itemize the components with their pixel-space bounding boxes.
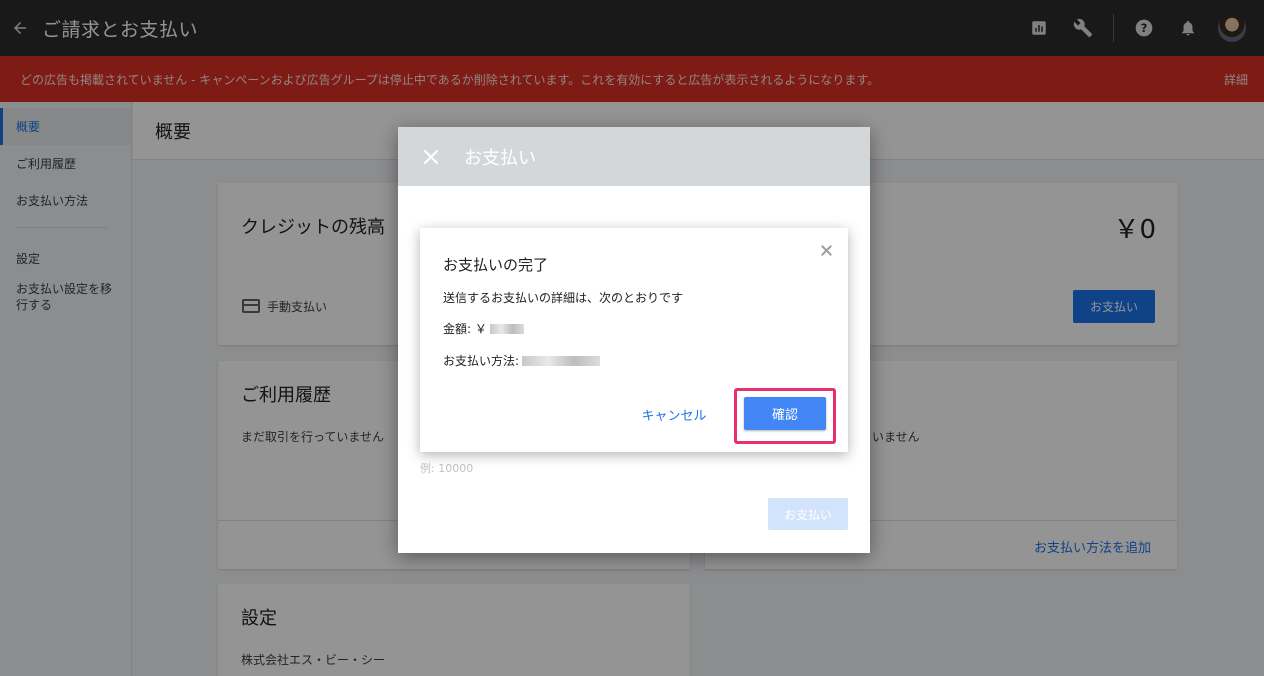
payment-submit-button[interactable]: お支払い — [768, 498, 848, 530]
redacted-amount — [489, 323, 524, 334]
confirm-dialog-title: お支払いの完了 — [443, 256, 549, 274]
confirm-description: 送信するお支払いの詳細は、次のとおりです — [443, 291, 684, 305]
confirm-payment-dialog: お支払いの完了 送信するお支払いの詳細は、次のとおりです 金額: ￥ お支払い方… — [420, 228, 848, 452]
cancel-button[interactable]: キャンセル — [636, 400, 712, 428]
payment-dialog-title: お支払い — [464, 147, 536, 169]
close-icon[interactable] — [816, 240, 836, 260]
payment-method-label: お支払い方法: — [443, 354, 520, 368]
confirm-method-row: お支払い方法: — [443, 352, 601, 369]
confirm-button[interactable]: 確認 — [744, 397, 826, 430]
confirm-amount-row: 金額: ￥ — [443, 320, 524, 337]
amount-hint: 例: 10000 — [420, 462, 474, 475]
amount-label: 金額: ￥ — [443, 322, 487, 336]
redacted-payment-method — [522, 355, 601, 366]
payment-dialog-header: お支払い — [398, 127, 870, 186]
close-icon[interactable] — [398, 127, 464, 186]
